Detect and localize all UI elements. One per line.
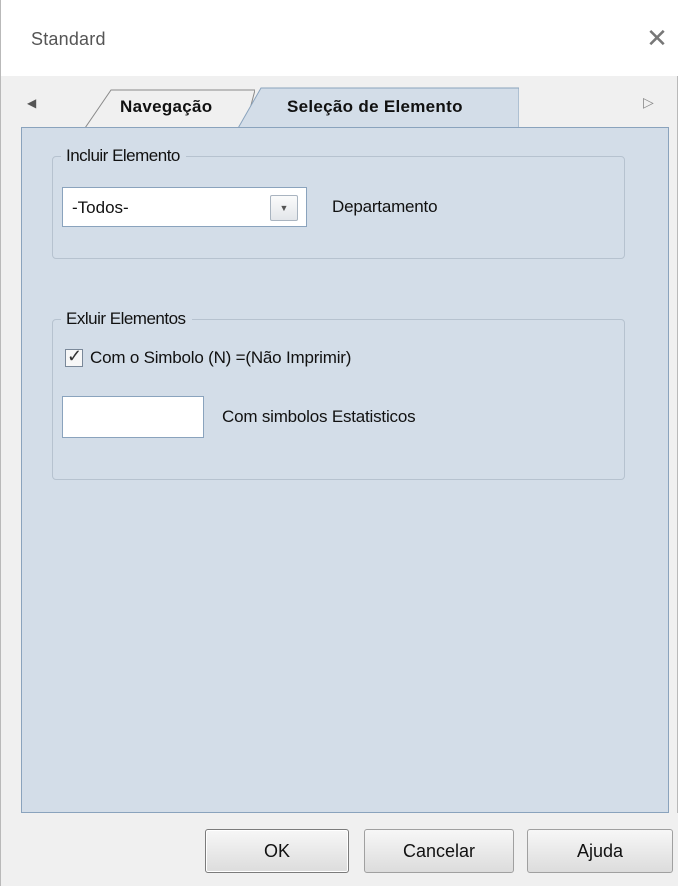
tab-scroll-right-icon[interactable]: ▷	[643, 94, 654, 111]
tab-navegacao-label[interactable]: Navegação	[120, 97, 212, 117]
help-button[interactable]: Ajuda	[527, 829, 673, 873]
title-bar: Standard ✕	[1, 0, 678, 76]
exclude-elements-legend: Exluir Elementos	[61, 309, 192, 329]
close-icon[interactable]: ✕	[645, 25, 669, 51]
department-select[interactable]: -Todos- ▼	[62, 187, 307, 227]
department-label: Departamento	[332, 197, 438, 216]
no-print-symbol-label[interactable]: Com o Simbolo (N) =(Não Imprimir)	[90, 348, 351, 368]
dialog-window: Standard ✕ ◀ Navegação Seleção de Elemen…	[0, 0, 678, 886]
cancel-button[interactable]: Cancelar	[364, 829, 514, 873]
department-select-value: -Todos-	[72, 198, 129, 217]
chevron-down-icon[interactable]: ▼	[270, 195, 298, 221]
statistical-symbols-label: Com simbolos Estatisticos	[222, 407, 416, 426]
tab-scroll-left-icon[interactable]: ◀	[27, 96, 36, 110]
statistical-symbols-input[interactable]	[62, 396, 204, 438]
tab-selecao-elemento-label[interactable]: Seleção de Elemento	[287, 97, 463, 117]
no-print-symbol-checkbox[interactable]: ✓	[65, 346, 83, 367]
ok-button[interactable]: OK	[205, 829, 349, 873]
checkmark-icon: ✓	[67, 346, 83, 366]
window-title: Standard	[31, 29, 106, 49]
include-elements-legend: Incluir Elemento	[61, 146, 186, 166]
